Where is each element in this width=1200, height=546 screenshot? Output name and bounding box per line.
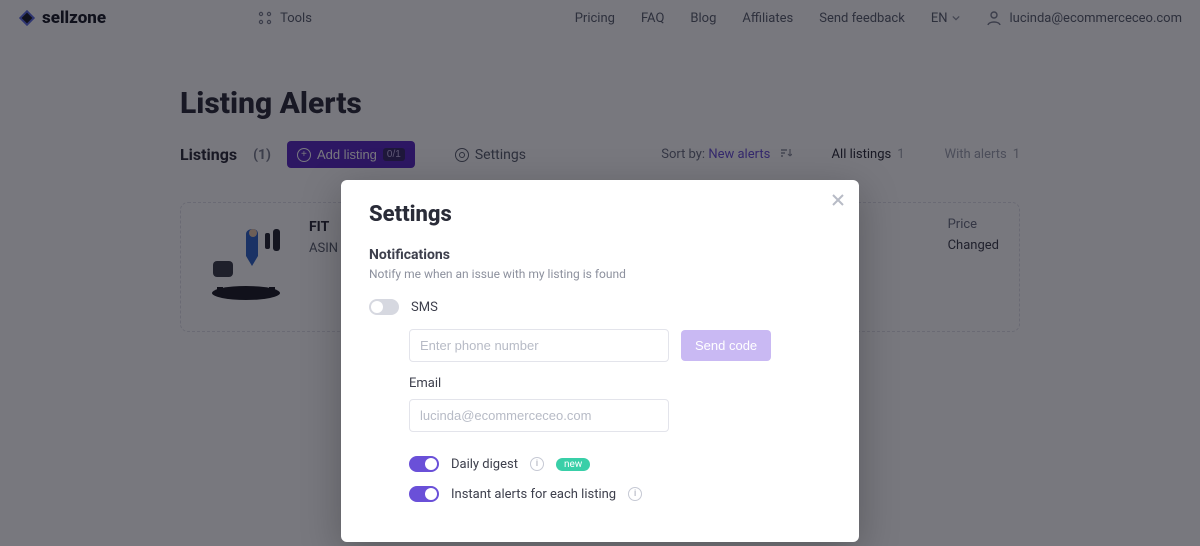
- daily-digest-label: Daily digest: [451, 457, 518, 472]
- daily-digest-toggle[interactable]: [409, 456, 439, 472]
- send-code-button[interactable]: Send code: [681, 330, 771, 361]
- modal-title: Settings: [369, 202, 831, 227]
- info-icon[interactable]: i: [530, 457, 544, 471]
- instant-alerts-label: Instant alerts for each listing: [451, 487, 616, 502]
- close-button[interactable]: [831, 190, 845, 213]
- new-badge: new: [556, 458, 590, 471]
- settings-modal: Settings Notifications Notify me when an…: [341, 180, 859, 542]
- notifications-heading: Notifications: [369, 247, 831, 263]
- email-input[interactable]: [409, 399, 669, 432]
- close-icon: [831, 193, 845, 207]
- sms-label: SMS: [411, 300, 438, 315]
- info-icon[interactable]: i: [628, 487, 642, 501]
- email-label: Email: [409, 376, 441, 391]
- instant-alerts-toggle[interactable]: [409, 486, 439, 502]
- phone-input[interactable]: [409, 329, 669, 362]
- sms-toggle[interactable]: [369, 299, 399, 315]
- notifications-subheading: Notify me when an issue with my listing …: [369, 267, 831, 281]
